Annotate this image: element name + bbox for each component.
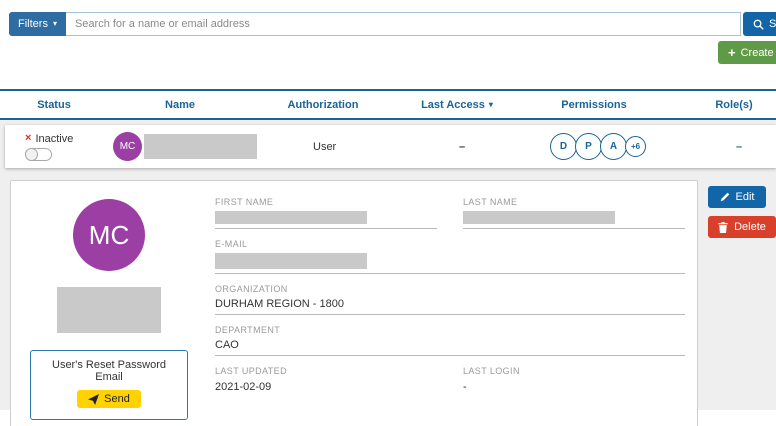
create-user-label: Create User — [740, 46, 776, 59]
filters-label: Filters — [18, 18, 48, 30]
search-input[interactable] — [65, 12, 741, 36]
status-indicator: × Inactive — [25, 133, 113, 145]
column-name[interactable]: Name — [108, 99, 252, 111]
send-button-label: Send — [104, 393, 130, 405]
pencil-icon — [720, 192, 730, 202]
user-detail-panel: MC User's Reset Password Email Send FIRS… — [10, 180, 698, 426]
department-label: DEPARTMENT — [215, 325, 281, 335]
delete-button[interactable]: Delete — [708, 216, 776, 238]
send-button[interactable]: Send — [77, 390, 141, 408]
reset-password-title: User's Reset Password Email — [52, 359, 166, 383]
chevron-down-icon: ▾ — [52, 19, 57, 28]
delete-button-label: Delete — [734, 221, 766, 233]
email-field: E-MAIL — [215, 239, 685, 274]
permission-badge-p[interactable]: P — [575, 133, 602, 160]
table-header: Status Name Authorization Last Access ▾ … — [0, 89, 776, 120]
column-permissions[interactable]: Permissions — [520, 99, 668, 111]
last-login-value: - — [463, 381, 467, 393]
first-name-label: FIRST NAME — [215, 197, 274, 207]
last-updated-value: 2021-02-09 — [215, 381, 272, 393]
content-area: × Inactive MC User – D P A +6 – MC User'… — [0, 120, 776, 426]
permissions-badges: D P A +6 — [525, 133, 673, 160]
column-last-access-label: Last Access — [421, 98, 485, 111]
last-name-value — [463, 211, 685, 229]
column-roles[interactable]: Role(s) — [668, 99, 776, 111]
organization-value: DURHAM REGION - 1800 — [215, 298, 685, 315]
department-field: DEPARTMENT CAO — [215, 325, 685, 356]
last-name-field: LAST NAME — [463, 197, 685, 229]
first-name-value — [215, 211, 437, 229]
edit-button-label: Edit — [735, 191, 755, 203]
last-name-label: LAST NAME — [463, 197, 518, 207]
trash-icon — [718, 221, 728, 233]
create-row: + Create User — [0, 41, 776, 65]
name-cell: MC — [113, 132, 257, 161]
email-label: E-MAIL — [215, 239, 248, 249]
status-cell: × Inactive — [5, 133, 113, 161]
email-value — [215, 253, 685, 274]
toggle-knob — [25, 147, 38, 161]
search-button[interactable]: Search — [743, 12, 776, 36]
redacted-last-name — [463, 211, 615, 224]
inactive-x-icon: × — [25, 132, 32, 144]
edit-button[interactable]: Edit — [708, 186, 766, 208]
column-last-access[interactable]: Last Access ▾ — [394, 99, 520, 111]
organization-field: ORGANIZATION DURHAM REGION - 1800 — [215, 284, 685, 315]
reset-password-box: User's Reset Password Email Send — [30, 350, 188, 420]
department-value: CAO — [215, 339, 685, 356]
permission-badge-a[interactable]: A — [600, 133, 627, 160]
redacted-info — [57, 287, 161, 333]
last-login-field: LAST LOGIN - — [463, 366, 685, 397]
first-name-field: FIRST NAME — [215, 197, 437, 229]
toolbar: Filters ▾ Search — [9, 12, 776, 36]
last-updated-label: LAST UPDATED — [215, 366, 287, 376]
active-toggle[interactable] — [25, 147, 52, 161]
detail-avatar: MC — [73, 199, 145, 271]
column-authorization[interactable]: Authorization — [252, 99, 394, 111]
search-icon — [753, 19, 764, 30]
detail-actions: Edit Delete — [708, 180, 776, 238]
detail-form: FIRST NAME LAST NAME E-MAIL ORGANIZATION… — [215, 195, 685, 420]
permission-more-badge[interactable]: +6 — [625, 136, 646, 157]
status-label: Inactive — [35, 132, 74, 145]
search-button-label: Search — [769, 18, 776, 30]
roles-value: – — [735, 140, 743, 153]
permission-badge-d[interactable]: D — [550, 133, 577, 160]
column-status[interactable]: Status — [0, 99, 108, 111]
last-login-label: LAST LOGIN — [463, 366, 520, 376]
organization-label: ORGANIZATION — [215, 284, 288, 294]
detail-left-column: MC User's Reset Password Email Send — [25, 195, 193, 420]
detail-section: MC User's Reset Password Email Send FIRS… — [10, 180, 776, 426]
dates-fields-row: LAST UPDATED 2021-02-09 LAST LOGIN - — [215, 366, 685, 407]
redacted-email — [215, 253, 367, 269]
last-access-value: – — [458, 140, 466, 153]
avatar: MC — [113, 132, 142, 161]
redacted-first-name — [215, 211, 367, 224]
user-management-screen: Filters ▾ Search + Create User Status Na… — [0, 0, 776, 426]
sort-caret-icon: ▾ — [488, 99, 493, 109]
last-updated-field: LAST UPDATED 2021-02-09 — [215, 366, 437, 397]
paper-plane-icon — [88, 393, 100, 405]
plus-icon: + — [728, 45, 736, 60]
create-user-button[interactable]: + Create User — [718, 41, 776, 64]
filters-button[interactable]: Filters ▾ — [9, 12, 66, 36]
name-fields-row: FIRST NAME LAST NAME — [215, 197, 685, 239]
redacted-name — [144, 134, 257, 159]
table-row[interactable]: × Inactive MC User – D P A +6 – — [5, 125, 776, 168]
authorization-value: User — [313, 140, 337, 153]
